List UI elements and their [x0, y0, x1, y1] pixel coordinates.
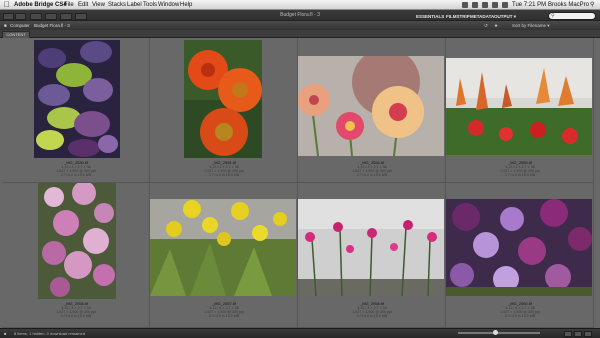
workspace-essentials[interactable]: ESSENTIALS [416, 13, 444, 20]
thumbnail-meta-line: 2.7×4.0 in 15.0 MB [356, 173, 388, 178]
camera-icon[interactable] [45, 13, 57, 20]
workspace-metadata[interactable]: METADATA [470, 13, 494, 20]
thumbnail-size-slider[interactable] [458, 330, 540, 335]
thumbnail-metadata: _MG_2530.tif 4,12 / 4 × 2,7 × 38 1,027 ×… [2, 160, 150, 178]
workspace-output[interactable]: OUTPUT ▾ [494, 13, 516, 20]
thumbnail-image[interactable] [34, 40, 120, 158]
mac-menu-bar:  Adobe Bridge CS4 File Edit View Stacks… [0, 0, 600, 10]
menu-file[interactable]: File [64, 0, 74, 10]
forward-icon[interactable] [15, 13, 26, 20]
menu-window[interactable]: Window [158, 0, 179, 10]
slider-knob[interactable] [493, 330, 499, 335]
thumbnail-metadata: _MG_2557.tif 4,12 / 4 × 2,7 × 38 1,027 ×… [150, 301, 298, 319]
thumbnail-cell[interactable]: _MG_2555.tif 4,12 / 4 × 2,7 × 38 1,027 ×… [446, 38, 594, 183]
menu-tools[interactable]: Tools [143, 0, 157, 10]
thumbnail-meta-line: 2.7×4.0 in 15.0 MB [60, 173, 92, 178]
thumbnail-metadata: _MG_2551.tif 4,12 / 4 × 2,7 × 38 1,027 ×… [150, 160, 298, 178]
thumbnail-image[interactable] [446, 58, 592, 155]
folder-icon[interactable] [30, 13, 42, 20]
menu-help[interactable]: Help [180, 0, 192, 10]
menu-app-name[interactable]: Adobe Bridge CS4 [14, 0, 67, 10]
menu-label[interactable]: Label [127, 0, 142, 10]
user-name[interactable]: Brooks MacPro [548, 0, 589, 10]
path-bar: ■ Computer Budget Flora.fl - 3 Sort by F… [0, 20, 600, 30]
search-input[interactable]: ⚲ [548, 12, 596, 20]
thumbnail-image[interactable] [184, 40, 262, 158]
open-recent-icon[interactable] [75, 13, 87, 20]
grid-view-icon[interactable] [564, 331, 572, 337]
workspace-filmstrip[interactable]: FILMSTRIP [446, 13, 470, 20]
status-icon: ■ [4, 331, 7, 336]
volume-icon[interactable] [492, 2, 498, 8]
refine-icon[interactable] [60, 13, 72, 20]
panel-tabs: CONTENT [0, 30, 600, 38]
spotlight-icon[interactable]: ⚲ [590, 0, 594, 10]
search-icon: ⚲ [551, 13, 555, 19]
thumbnail-cell[interactable]: _MG_2556.tif 4,12 / 4 × 2,7 × 38 1,027 ×… [2, 183, 150, 328]
thumbnail-image[interactable] [446, 199, 592, 296]
thumbnail-image[interactable] [298, 199, 444, 296]
thumbnail-cell[interactable]: _MG_2551.tif 4,12 / 4 × 2,7 × 38 1,027 ×… [150, 38, 298, 183]
thumbnail-image[interactable] [38, 183, 116, 299]
thumbnail-meta-line: 2.7×4.0 in 15.0 MB [208, 314, 240, 319]
thumbnail-meta-line: 2.7×4.0 in 15.0 MB [208, 173, 240, 178]
detail-view-icon[interactable] [574, 331, 582, 337]
clock[interactable]: Tue 7:21 PM [512, 0, 546, 10]
thumbnail-metadata: _MG_2555.tif 4,12 / 4 × 2,7 × 38 1,027 ×… [446, 160, 594, 178]
thumbnail-metadata: _MG_2554.tif 4,12 / 4 × 2,7 × 38 1,027 ×… [298, 160, 446, 178]
thumbnail-metadata: _MG_2556.tif 4,12 / 4 × 2,7 × 38 1,027 ×… [2, 301, 150, 319]
thumbnail-metadata: _MG_2560.tif 4,12 / 4 × 2,7 × 38 1,027 ×… [446, 301, 594, 319]
content-panel: _MG_2530.tif 4,12 / 4 × 2,7 × 38 1,027 ×… [0, 38, 600, 328]
thumbnail-metadata: _MG_2558.tif 4,12 / 4 × 2,7 × 38 1,027 ×… [298, 301, 446, 319]
wifi-icon[interactable] [482, 2, 488, 8]
status-bar: ■ 8 items, 1 hidden, 0 download remained [0, 328, 600, 338]
thumbnail-cell[interactable]: _MG_2554.tif 4,12 / 4 × 2,7 × 38 1,027 ×… [298, 38, 446, 183]
flag-icon[interactable] [502, 2, 508, 8]
thumbnail-image[interactable] [298, 56, 444, 156]
thumbnail-image[interactable] [150, 199, 296, 296]
thumbnail-meta-line: 2.7×4.0 in 15.0 MB [356, 314, 388, 319]
bluetooth-icon[interactable] [462, 2, 468, 8]
thumbnail-meta-line: 2.7×4.0 in 15.0 MB [60, 314, 92, 319]
thumbnail-cell[interactable]: _MG_2530.tif 4,12 / 4 × 2,7 × 38 1,027 ×… [2, 38, 150, 183]
menu-edit[interactable]: Edit [78, 0, 88, 10]
menu-stacks[interactable]: Stacks [108, 0, 126, 10]
thumbnail-meta-line: 2.7×4.0 in 15.0 MB [504, 173, 536, 178]
back-icon[interactable] [3, 13, 14, 20]
apple-icon[interactable]:  [4, 0, 10, 10]
tab-content[interactable]: CONTENT [2, 31, 30, 38]
list-view-icon[interactable] [584, 331, 592, 337]
thumbnail-cell[interactable]: _MG_2557.tif 4,12 / 4 × 2,7 × 38 1,027 ×… [150, 183, 298, 328]
thumbnail-cell[interactable]: _MG_2560.tif 4,12 / 4 × 2,7 × 38 1,027 ×… [446, 183, 594, 328]
thumbnail-cell[interactable]: _MG_2558.tif 4,12 / 4 × 2,7 × 38 1,027 ×… [298, 183, 446, 328]
menu-view[interactable]: View [92, 0, 105, 10]
thumbnail-meta-line: 2.7×4.0 in 15.0 MB [504, 314, 536, 319]
timemachine-icon[interactable] [472, 2, 478, 8]
status-text: 8 items, 1 hidden, 0 download remained [14, 331, 85, 336]
